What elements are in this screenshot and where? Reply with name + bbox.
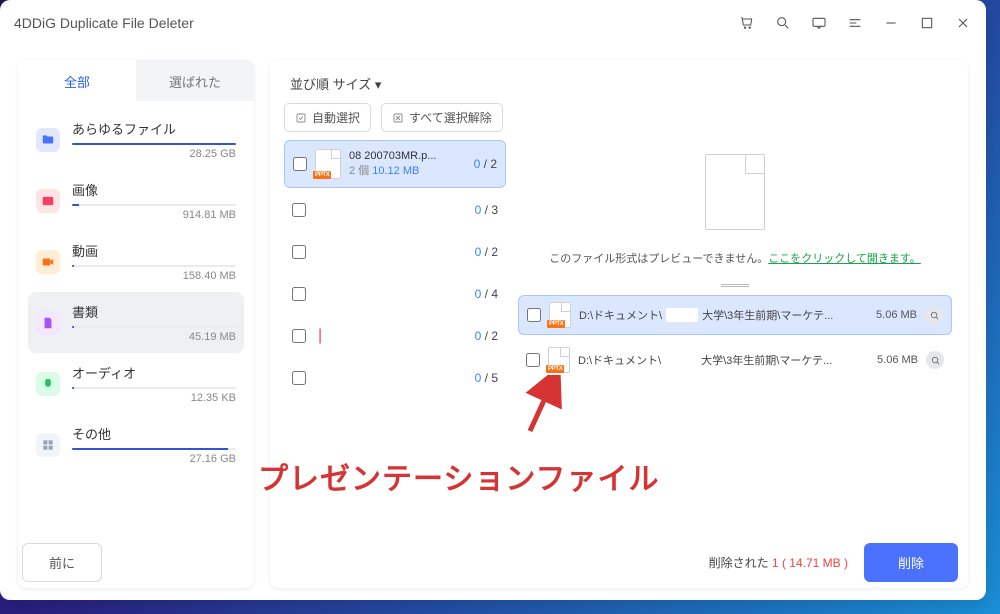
sort-dropdown[interactable]: 並び順 サイズ ▾: [284, 70, 954, 103]
category-audio[interactable]: オーディオ12.35 KB: [28, 353, 244, 414]
resize-handle[interactable]: [721, 284, 749, 287]
deleted-summary: 削除された 1 ( 14.71 MB ): [709, 554, 848, 571]
file-row[interactable]: PPTX D:\ドキュメント\大学\3年生前期\マーケテ... 5.06 MB: [518, 341, 952, 379]
group-row[interactable]: 0 / 4: [284, 274, 506, 314]
preview-panel: このファイル形式はプレビューできません。ここをクリックして開きます。 PPTX …: [516, 140, 954, 576]
tab-selected[interactable]: 選ばれた: [136, 60, 254, 101]
close-icon[interactable]: [954, 14, 972, 32]
app-window: 4DDiG Duplicate File Deleter 全部 選ばれた あらゆ…: [0, 0, 986, 600]
cart-icon[interactable]: [738, 14, 756, 32]
category-doc[interactable]: 書類45.19 MB: [28, 292, 244, 353]
group-row[interactable]: PPTX 08 200703MR.p...2 個 10.12 MB0 / 2: [284, 140, 506, 188]
group-checkbox[interactable]: [292, 329, 306, 343]
minimize-icon[interactable]: [882, 14, 900, 32]
group-row[interactable]: 0 / 2: [284, 232, 506, 272]
menu-icon[interactable]: [846, 14, 864, 32]
file-list: PPTX D:\ドキュメント\大学\3年生前期\マーケテ... 5.06 MB …: [518, 295, 952, 379]
content-panel: 並び順 サイズ ▾ 自動選択 すべて選択解除 PPTX 08 200703MR.…: [270, 60, 968, 588]
deselect-all-button[interactable]: すべて選択解除: [381, 103, 503, 132]
auto-select-button[interactable]: 自動選択: [284, 103, 371, 132]
category-folder[interactable]: あらゆるファイル28.25 GB: [28, 109, 244, 170]
group-checkbox[interactable]: [292, 245, 306, 259]
category-video[interactable]: 動画158.40 MB: [28, 231, 244, 292]
tab-all[interactable]: 全部: [18, 60, 136, 101]
maximize-icon[interactable]: [918, 14, 936, 32]
preview-placeholder-icon: [705, 154, 765, 230]
sidebar: 全部 選ばれた あらゆるファイル28.25 GB 画像914.81 MB 動画1…: [18, 60, 254, 588]
group-checkbox[interactable]: [292, 287, 306, 301]
open-file-link[interactable]: ここをクリックして開きます。: [768, 253, 921, 265]
group-checkbox[interactable]: [292, 371, 306, 385]
delete-button[interactable]: 削除: [864, 543, 958, 582]
preview-message: このファイル形式はプレビューできません。ここをクリックして開きます。: [518, 250, 952, 266]
app-title: 4DDiG Duplicate File Deleter: [14, 15, 194, 31]
group-checkbox[interactable]: [292, 203, 306, 217]
category-other[interactable]: その他27.16 GB: [28, 414, 244, 475]
group-row[interactable]: 0 / 5: [284, 358, 506, 398]
view-file-icon[interactable]: [926, 351, 944, 369]
prev-button[interactable]: 前に: [22, 543, 102, 582]
search-icon[interactable]: [774, 14, 792, 32]
group-list: PPTX 08 200703MR.p...2 個 10.12 MB0 / 20 …: [284, 140, 506, 576]
group-row[interactable]: 0 / 3: [284, 190, 506, 230]
feedback-icon[interactable]: [810, 14, 828, 32]
group-row[interactable]: |0 / 2: [284, 316, 506, 356]
group-checkbox[interactable]: [293, 157, 307, 171]
category-image[interactable]: 画像914.81 MB: [28, 170, 244, 231]
file-checkbox[interactable]: [527, 308, 541, 322]
file-checkbox[interactable]: [526, 353, 540, 367]
titlebar: 4DDiG Duplicate File Deleter: [0, 0, 986, 46]
file-row[interactable]: PPTX D:\ドキュメント\大学\3年生前期\マーケテ... 5.06 MB: [518, 295, 952, 335]
view-file-icon[interactable]: [925, 306, 943, 324]
